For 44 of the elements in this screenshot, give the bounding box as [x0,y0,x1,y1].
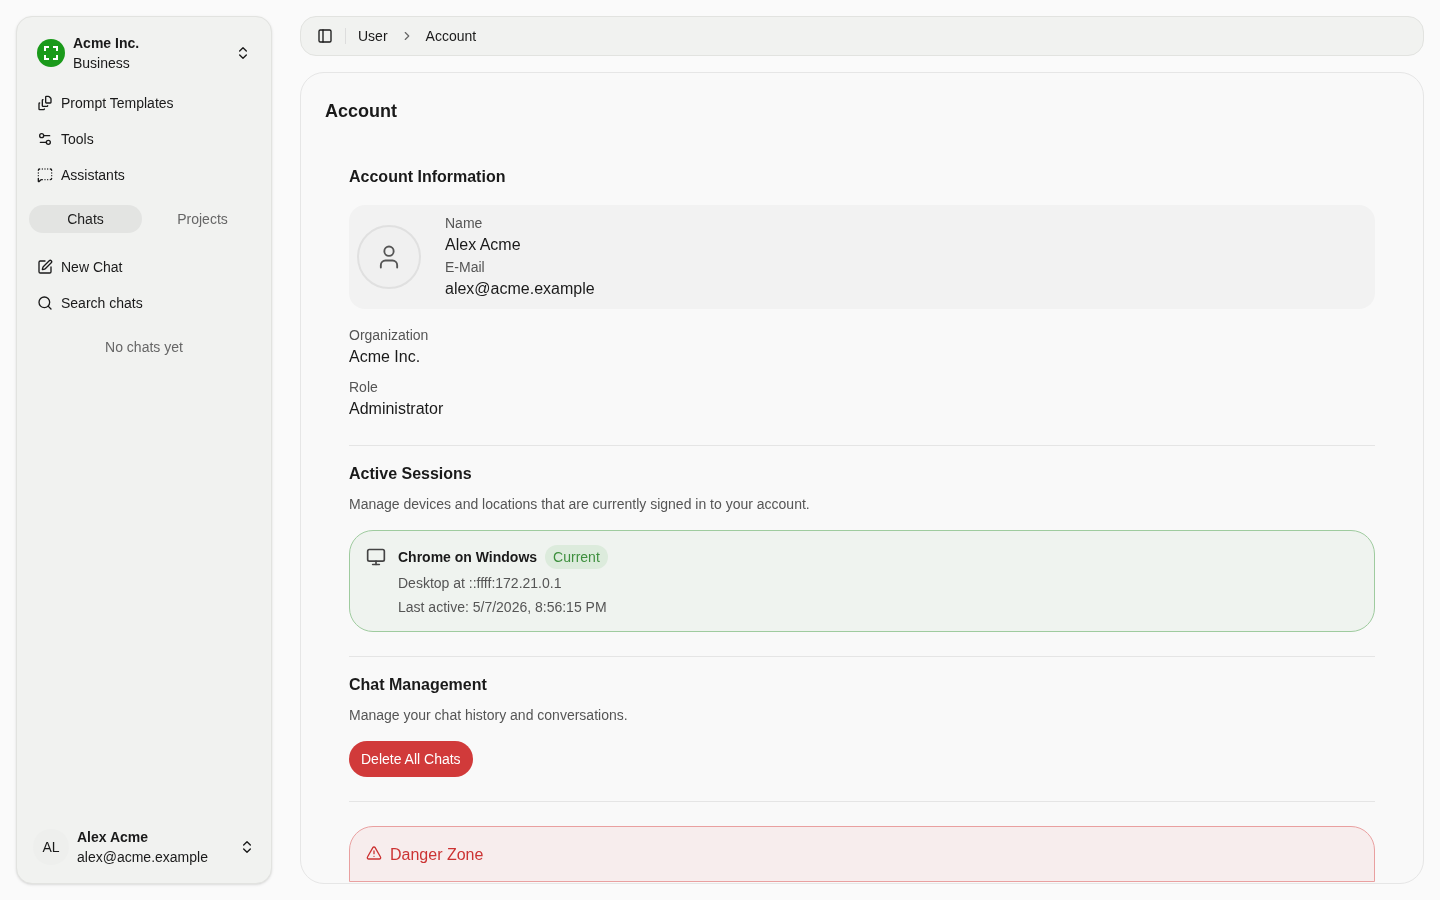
session-location: Desktop at ::ffff:172.21.0.1 [398,574,563,593]
field-label: Organization [349,326,430,345]
field-value: Alex Acme [445,235,522,255]
warning-icon [366,845,382,861]
section-title: Chat Management [349,675,488,695]
edit-icon [37,259,53,275]
current-badge: Current [545,545,608,569]
nav-item[interactable]: Prompt Templates [29,85,259,121]
empty-text: No chats yet [104,338,184,357]
search-icon [37,295,53,311]
org-name: Acme Inc. [73,34,141,53]
user-name: Alex Acme [77,828,150,847]
stack-icon [37,95,53,111]
page-title: Account [325,100,398,123]
section-title: Account Information [349,167,507,187]
sliders-icon [37,131,53,147]
field-value: alex@acme.example [445,279,595,299]
sidebar-tab[interactable]: Projects [146,205,259,233]
chat-action[interactable]: Search chats [29,285,259,321]
danger-zone-title: Danger Zone [390,845,484,865]
section-description: Manage your chat history and conversations. [349,706,629,725]
section-title: Active Sessions [349,464,473,484]
nav-item[interactable]: Assistants [29,157,259,193]
field-label: Name [445,214,484,233]
field-label: Role [349,378,379,397]
device-name: Chrome on Windows [398,548,538,567]
delete-chats-button[interactable]: Delete All Chats [349,741,473,777]
user-email: alex@acme.example [77,848,209,867]
org-switcher[interactable]: Acme Inc. Business [29,29,259,77]
org-logo-icon [37,39,65,67]
session-last-active: Last active: 5/7/2026, 8:56:15 PM [398,598,608,617]
nav-item[interactable]: Tools [29,121,259,157]
sidebar-toggle-icon[interactable] [317,28,333,44]
user-switcher[interactable]: AL Alex Acme alex@acme.example [29,823,259,871]
monitor-icon [366,547,386,567]
breadcrumb-item[interactable]: User [358,26,388,46]
field-value: Administrator [349,399,445,419]
field-label: E-Mail [445,258,486,277]
field-value: Acme Inc. [349,347,422,367]
section-description: Manage devices and locations that are currently signed in to your account. [349,495,811,514]
sidebar-tab[interactable]: Chats [29,205,142,233]
chat-action[interactable]: New Chat [29,249,259,285]
org-plan: Business [73,54,131,73]
breadcrumb-item[interactable]: Account [425,26,477,46]
